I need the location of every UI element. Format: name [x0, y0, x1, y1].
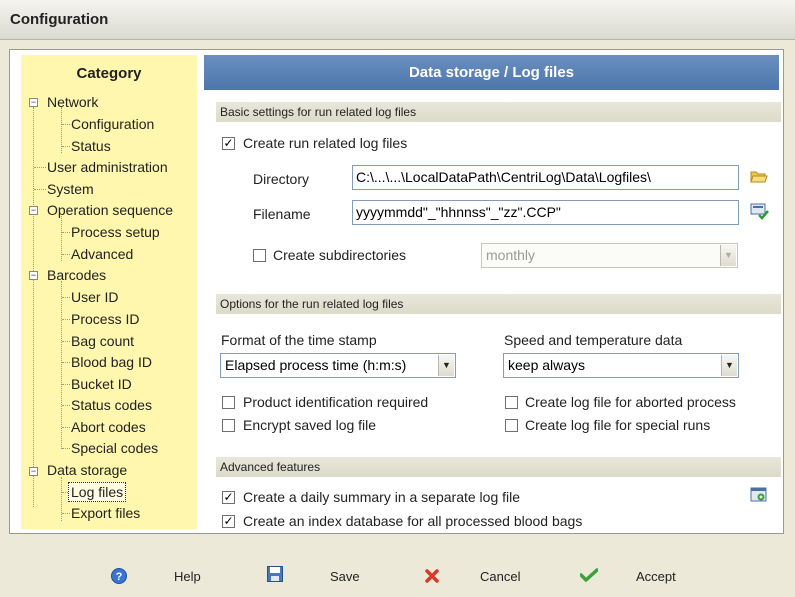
- speed-temperature-label: Speed and temperature data: [504, 332, 683, 348]
- aborted-process-log-checkbox[interactable]: [505, 396, 518, 409]
- tree-item-export-files[interactable]: Export files: [71, 504, 140, 522]
- tree-item-barcodes[interactable]: Barcodes: [47, 266, 106, 284]
- section-basic-title: Basic settings for run related log files: [220, 105, 417, 119]
- special-runs-log-checkbox[interactable]: [505, 419, 518, 432]
- create-run-logs-label: Create run related log files: [243, 135, 408, 151]
- filename-check-icon[interactable]: [750, 202, 770, 225]
- tree-item-special-codes[interactable]: Special codes: [71, 439, 158, 457]
- tree-item-process-id[interactable]: Process ID: [71, 310, 139, 328]
- section-advanced-title: Advanced features: [220, 460, 321, 474]
- folder-open-icon[interactable]: [750, 168, 768, 189]
- directory-label: Directory: [253, 171, 310, 187]
- tree-item-log-files[interactable]: Log files: [68, 482, 127, 502]
- daily-summary-label: Create a daily summary in a separate log…: [243, 489, 521, 505]
- special-runs-log-label: Create log file for special runs: [525, 417, 711, 433]
- speed-temperature-value: keep always: [508, 357, 586, 373]
- index-database-label: Create an index database for all process…: [243, 513, 583, 529]
- timestamp-format-label: Format of the time stamp: [221, 332, 377, 348]
- timestamp-format-value: Elapsed process time (h:m:s): [225, 357, 407, 373]
- accept-button[interactable]: Accept: [636, 569, 676, 584]
- cancel-button[interactable]: Cancel: [480, 569, 520, 584]
- collapse-data-storage-icon[interactable]: −: [29, 467, 38, 476]
- tree-item-bag-count[interactable]: Bag count: [71, 332, 134, 350]
- subdirectory-interval-select[interactable]: monthly ▼: [481, 243, 738, 268]
- create-subdirectories-checkbox[interactable]: [253, 249, 266, 262]
- page-header: Data storage / Log files: [204, 55, 779, 90]
- section-options: Options for the run related log files: [216, 294, 781, 314]
- tree-line: [61, 477, 62, 521]
- product-identification-label: Product identification required: [243, 394, 429, 410]
- section-basic-settings: Basic settings for run related log files: [216, 102, 781, 122]
- collapse-operation-sequence-icon[interactable]: −: [29, 206, 38, 215]
- section-advanced: Advanced features: [216, 457, 781, 477]
- directory-input[interactable]: C:\...\...\LocalDataPath\CentriLog\Data\…: [352, 165, 739, 190]
- index-database-checkbox[interactable]: ✓: [222, 515, 235, 528]
- subdirectory-interval-value: monthly: [486, 247, 536, 263]
- tree-item-process-setup[interactable]: Process setup: [71, 223, 160, 241]
- filename-label: Filename: [253, 206, 311, 222]
- category-sidebar: Category − Network Configuration Status …: [21, 55, 197, 529]
- tree-item-network-status[interactable]: Status: [71, 137, 111, 155]
- tree-item-abort-codes[interactable]: Abort codes: [71, 418, 146, 436]
- tree-item-operation-sequence[interactable]: Operation sequence: [47, 201, 173, 219]
- product-identification-checkbox[interactable]: [222, 396, 235, 409]
- tree-line: [61, 281, 62, 449]
- collapse-barcodes-icon[interactable]: −: [29, 271, 38, 280]
- create-run-logs-checkbox[interactable]: ✓: [222, 137, 235, 150]
- tree-item-advanced[interactable]: Advanced: [71, 245, 133, 263]
- window-title: Configuration: [10, 11, 109, 28]
- tree-item-user-id[interactable]: User ID: [71, 288, 118, 306]
- tree-item-user-administration[interactable]: User administration: [47, 158, 168, 176]
- speed-temperature-select[interactable]: keep always ▼: [503, 353, 739, 378]
- help-button[interactable]: Help: [174, 569, 201, 584]
- chevron-down-icon[interactable]: ▼: [721, 355, 737, 376]
- chevron-down-icon[interactable]: ▼: [438, 355, 454, 376]
- help-icon[interactable]: ?: [111, 568, 127, 589]
- tree-item-bucket-id[interactable]: Bucket ID: [71, 375, 132, 393]
- timestamp-format-select[interactable]: Elapsed process time (h:m:s) ▼: [220, 353, 456, 378]
- tree-item-status-codes[interactable]: Status codes: [71, 396, 152, 414]
- category-heading: Category: [76, 65, 142, 82]
- title-bar: Configuration: [0, 0, 795, 40]
- advanced-settings-icon[interactable]: [750, 487, 768, 508]
- tree-item-network[interactable]: Network: [47, 93, 98, 111]
- tree-item-system[interactable]: System: [47, 180, 94, 198]
- tree-item-network-configuration[interactable]: Configuration: [71, 115, 154, 133]
- filename-input[interactable]: yyyymmdd"_"hhnnss"_"zz".CCP": [352, 200, 739, 225]
- tree-item-data-storage[interactable]: Data storage: [47, 461, 127, 479]
- save-icon[interactable]: [267, 566, 283, 587]
- tree-item-blood-bag-id[interactable]: Blood bag ID: [71, 353, 152, 371]
- daily-summary-checkbox[interactable]: ✓: [222, 491, 235, 504]
- collapse-network-icon[interactable]: −: [29, 98, 38, 107]
- encrypt-log-label: Encrypt saved log file: [243, 417, 377, 433]
- accept-icon[interactable]: [579, 567, 599, 588]
- page-title: Data storage / Log files: [408, 64, 575, 81]
- aborted-process-log-label: Create log file for aborted process: [525, 394, 736, 410]
- svg-text:?: ?: [116, 571, 123, 583]
- cancel-icon[interactable]: [424, 568, 440, 589]
- encrypt-log-checkbox[interactable]: [222, 419, 235, 432]
- button-bar: ? Help Save Cancel Accept: [0, 541, 795, 597]
- chevron-down-icon[interactable]: ▼: [720, 245, 736, 266]
- save-button[interactable]: Save: [330, 569, 360, 584]
- section-options-title: Options for the run related log files: [220, 297, 404, 311]
- create-subdirectories-label: Create subdirectories: [273, 247, 407, 263]
